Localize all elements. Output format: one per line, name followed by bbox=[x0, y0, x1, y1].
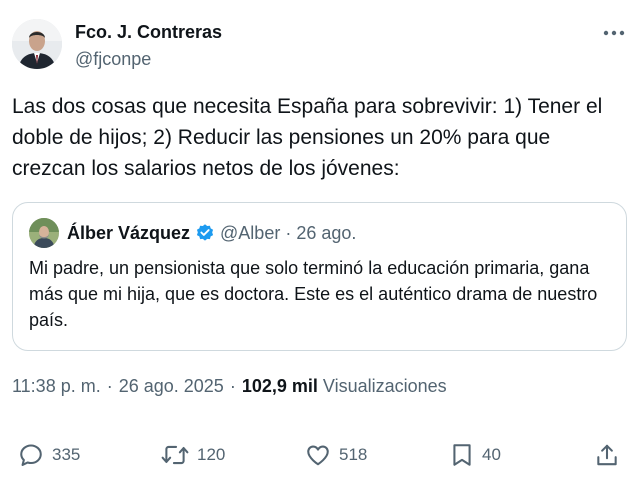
share-icon bbox=[597, 444, 617, 466]
tweet-text: Las dos cosas que necesita España para s… bbox=[12, 95, 603, 180]
author-handle[interactable]: @fjconpe bbox=[75, 48, 151, 70]
tweet-date[interactable]: 26 ago. 2025 bbox=[119, 376, 224, 397]
action-bar: 335 120 518 40 bbox=[0, 437, 638, 473]
tweet-meta: 11:38 p. m. · 26 ago. 2025 · 102,9 mil V… bbox=[12, 374, 447, 398]
reply-count: 335 bbox=[52, 445, 81, 464]
bookmark-button[interactable]: 40 bbox=[450, 437, 501, 473]
quote-author-handle[interactable]: @Alber bbox=[220, 223, 280, 244]
retweet-button[interactable]: 120 bbox=[161, 437, 225, 473]
reply-button[interactable]: 335 bbox=[18, 437, 80, 473]
retweet-count: 120 bbox=[197, 445, 226, 464]
more-options-button[interactable] bbox=[596, 22, 632, 44]
author-avatar[interactable] bbox=[12, 19, 62, 69]
meta-separator: · bbox=[106, 375, 113, 396]
like-icon bbox=[307, 445, 329, 466]
views-label: Visualizaciones bbox=[322, 375, 447, 396]
quote-avatar[interactable] bbox=[29, 218, 59, 248]
tweet-time[interactable]: 11:38 p. m. bbox=[12, 376, 101, 397]
quote-separator: · bbox=[285, 222, 292, 243]
bookmark-count: 40 bbox=[482, 445, 501, 464]
verified-badge-icon bbox=[195, 223, 215, 243]
like-button[interactable]: 518 bbox=[305, 437, 367, 473]
retweet-icon bbox=[161, 445, 189, 465]
tweet: Fco. J. Contreras @fjconpe Las dos cosas… bbox=[0, 0, 638, 483]
quote-date[interactable]: 26 ago. bbox=[296, 223, 356, 244]
share-button[interactable] bbox=[594, 437, 620, 473]
views-count: 102,9 mil bbox=[241, 375, 318, 396]
more-icon bbox=[603, 30, 625, 36]
quote-header: Álber Vázquez @Alber · 26 ago. bbox=[67, 221, 356, 245]
quote-text: Mi padre, un pensionista que solo termin… bbox=[29, 258, 598, 330]
reply-icon bbox=[20, 444, 42, 466]
like-count: 518 bbox=[339, 445, 368, 464]
meta-separator: · bbox=[229, 375, 236, 396]
author-name[interactable]: Fco. J. Contreras bbox=[75, 21, 222, 43]
quote-author-name[interactable]: Álber Vázquez bbox=[67, 223, 190, 244]
bookmark-icon bbox=[453, 444, 471, 466]
quoted-tweet[interactable]: Álber Vázquez @Alber · 26 ago. Mi padre,… bbox=[12, 202, 627, 351]
